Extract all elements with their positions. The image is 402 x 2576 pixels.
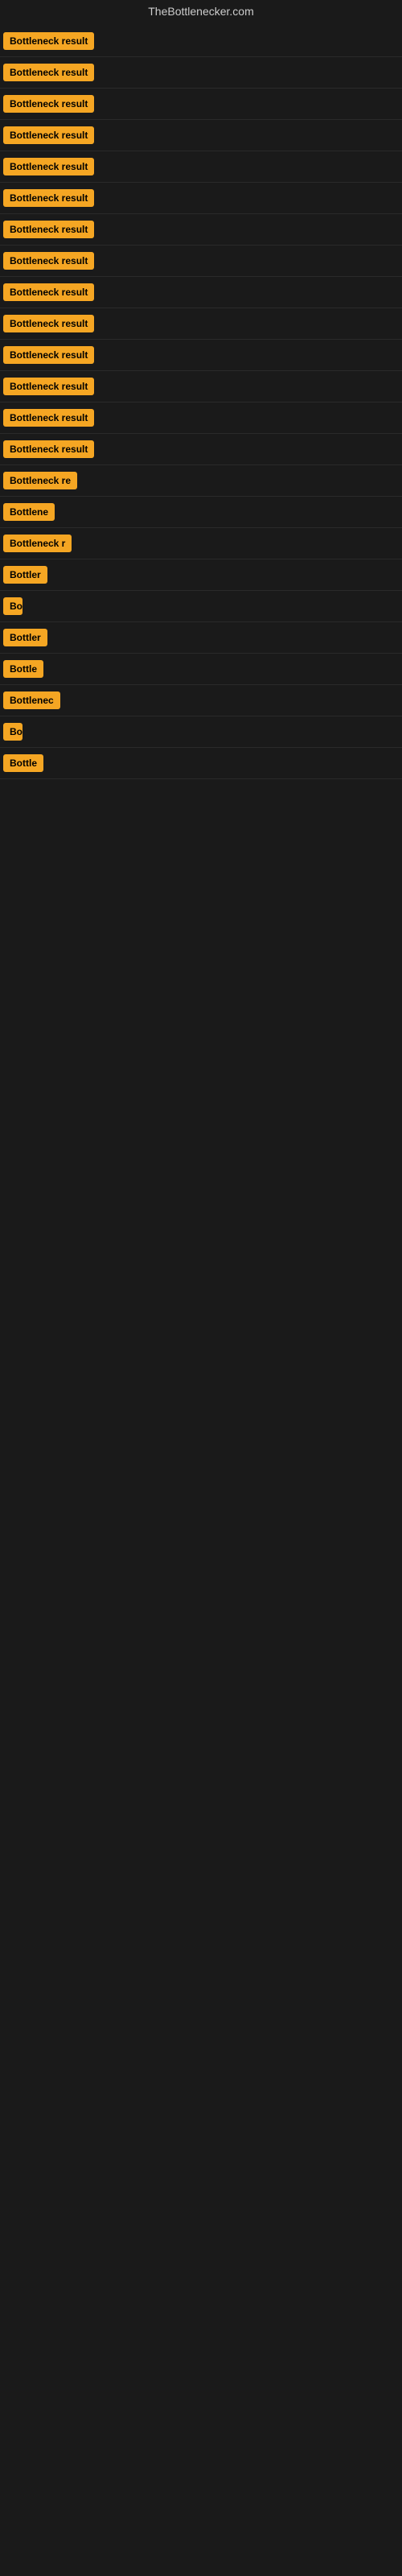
- bottleneck-result-badge[interactable]: Bottleneck result: [3, 378, 94, 395]
- list-item: Bottleneck result: [0, 57, 402, 89]
- bottleneck-result-badge[interactable]: Bottlene: [3, 503, 55, 521]
- list-item: Bottleneck result: [0, 371, 402, 402]
- site-title: TheBottlenecker.com: [0, 0, 402, 26]
- list-item: Bottleneck re: [0, 465, 402, 497]
- bottleneck-result-badge[interactable]: Bo: [3, 597, 23, 615]
- bottleneck-result-badge[interactable]: Bottleneck result: [3, 315, 94, 332]
- list-item: Bottleneck result: [0, 151, 402, 183]
- list-item: Bottleneck result: [0, 402, 402, 434]
- bottleneck-result-badge[interactable]: Bottle: [3, 660, 43, 678]
- bottleneck-result-badge[interactable]: Bo: [3, 723, 23, 741]
- list-item: Bottleneck result: [0, 340, 402, 371]
- list-item: Bottleneck result: [0, 246, 402, 277]
- bottleneck-result-badge[interactable]: Bottleneck result: [3, 189, 94, 207]
- list-item: Bottlene: [0, 497, 402, 528]
- list-item: Bottleneck result: [0, 434, 402, 465]
- bottleneck-result-badge[interactable]: Bottleneck result: [3, 221, 94, 238]
- list-item: Bottleneck result: [0, 214, 402, 246]
- bottleneck-result-badge[interactable]: Bottleneck result: [3, 64, 94, 81]
- bottleneck-result-badge[interactable]: Bottleneck result: [3, 346, 94, 364]
- bottleneck-result-badge[interactable]: Bottleneck result: [3, 409, 94, 427]
- list-item: Bottleneck result: [0, 120, 402, 151]
- site-header: TheBottlenecker.com: [0, 0, 402, 26]
- bottleneck-result-badge[interactable]: Bottleneck result: [3, 95, 94, 113]
- bottleneck-result-badge[interactable]: Bottler: [3, 566, 47, 584]
- list-item: Bottlenec: [0, 685, 402, 716]
- list-item: Bottleneck result: [0, 26, 402, 57]
- list-item: Bo: [0, 591, 402, 622]
- list-item: Bottler: [0, 559, 402, 591]
- bottleneck-result-badge[interactable]: Bottleneck result: [3, 252, 94, 270]
- bottleneck-result-badge[interactable]: Bottleneck result: [3, 126, 94, 144]
- list-item: Bottler: [0, 622, 402, 654]
- list-item: Bottle: [0, 654, 402, 685]
- bottleneck-result-badge[interactable]: Bottleneck re: [3, 472, 77, 489]
- bottleneck-result-badge[interactable]: Bottleneck r: [3, 535, 72, 552]
- list-item: Bottleneck result: [0, 183, 402, 214]
- bottleneck-result-badge[interactable]: Bottler: [3, 629, 47, 646]
- list-item: Bottleneck result: [0, 89, 402, 120]
- list-item: Bottleneck result: [0, 277, 402, 308]
- list-item: Bo: [0, 716, 402, 748]
- bottleneck-result-badge[interactable]: Bottleneck result: [3, 440, 94, 458]
- list-item: Bottleneck result: [0, 308, 402, 340]
- bottleneck-result-badge[interactable]: Bottleneck result: [3, 158, 94, 175]
- bottleneck-result-badge[interactable]: Bottle: [3, 754, 43, 772]
- list-item: Bottle: [0, 748, 402, 779]
- list-item: Bottleneck r: [0, 528, 402, 559]
- bottleneck-result-badge[interactable]: Bottleneck result: [3, 32, 94, 50]
- bottleneck-result-badge[interactable]: Bottlenec: [3, 691, 60, 709]
- bottleneck-result-badge[interactable]: Bottleneck result: [3, 283, 94, 301]
- rows-container: Bottleneck result Bottleneck result Bottle…: [0, 26, 402, 779]
